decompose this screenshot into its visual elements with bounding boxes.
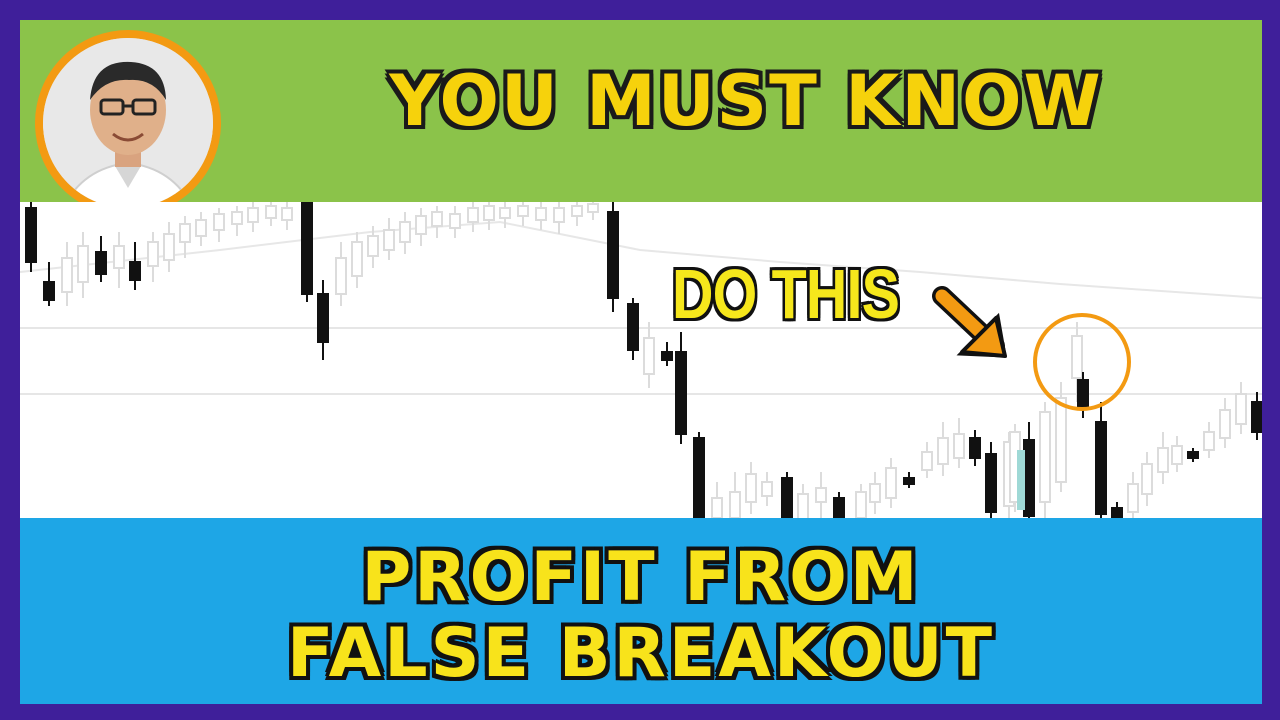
candle-body	[43, 281, 55, 301]
headline-text: YOU MUST KNOW	[389, 60, 1103, 142]
candle-body	[985, 453, 997, 513]
candle-body	[937, 437, 949, 465]
candle-body	[1251, 401, 1262, 433]
candle-body	[693, 437, 705, 518]
subtitle-line-2: FALSE BREAKOUT	[286, 614, 996, 693]
candle-body	[607, 211, 619, 299]
candle-body	[1039, 411, 1051, 503]
candle-body	[61, 257, 73, 293]
annotation-text: DO THIS	[672, 255, 900, 333]
candle-body	[643, 337, 655, 375]
candle-body	[1235, 393, 1247, 425]
candle-body	[903, 477, 915, 485]
candle-body	[1203, 431, 1215, 451]
avatar-illustration	[43, 38, 213, 208]
subtitle-text: PROFIT FROM FALSE BREAKOUT	[20, 540, 1262, 692]
candle-body	[77, 245, 89, 283]
candle-body	[953, 433, 965, 459]
candle-body	[147, 241, 159, 267]
candle-body	[301, 202, 313, 295]
candle-body	[729, 491, 741, 518]
candle-body	[1071, 335, 1083, 379]
candle-body	[163, 233, 175, 261]
footer-band: PROFIT FROM FALSE BREAKOUT	[20, 518, 1262, 704]
candle-body	[675, 351, 687, 435]
candle-body	[213, 213, 225, 231]
candle-body	[571, 205, 583, 217]
candlestick-chart: DO THIS	[20, 202, 1262, 518]
thumbnail-canvas: YOU MUST KNOW DO THIS PROFIT FROM FALSE …	[20, 20, 1262, 704]
candle-body	[431, 211, 443, 227]
candle-body	[661, 351, 673, 361]
candlestick-svg	[20, 202, 1262, 518]
candle-body	[797, 493, 809, 518]
candle-body	[885, 467, 897, 499]
candle-body	[179, 223, 191, 243]
candle-body	[113, 245, 125, 269]
candle-body	[383, 229, 395, 251]
candle-body	[1095, 421, 1107, 515]
candle-body	[1157, 447, 1169, 473]
candle-body	[1017, 450, 1025, 510]
candle-body	[1171, 445, 1183, 465]
candle-body	[231, 211, 243, 225]
presenter-avatar	[35, 30, 221, 216]
candle-body	[1055, 397, 1067, 483]
candle-body	[1127, 483, 1139, 513]
candle-body	[483, 205, 495, 221]
candle-body	[335, 257, 347, 295]
candle-body	[499, 207, 511, 219]
candle-body	[195, 219, 207, 237]
candle-body	[745, 473, 757, 503]
candle-body	[921, 451, 933, 471]
candle-body	[1077, 379, 1089, 407]
candle-body	[1187, 451, 1199, 459]
candle-body	[711, 497, 723, 518]
header-band: YOU MUST KNOW	[20, 20, 1262, 216]
candle-body	[1141, 463, 1153, 495]
candle-body	[265, 205, 277, 219]
subtitle-line-1: PROFIT FROM	[361, 538, 921, 617]
candle-body	[95, 251, 107, 275]
thumbnail-frame: YOU MUST KNOW DO THIS PROFIT FROM FALSE …	[0, 0, 1280, 720]
candle-body	[517, 205, 529, 217]
candle-body	[535, 207, 547, 221]
candle-body	[969, 437, 981, 459]
candle-body	[399, 221, 411, 243]
candle-body	[415, 215, 427, 235]
candle-body	[781, 477, 793, 518]
candle-body	[627, 303, 639, 351]
candle-body	[553, 207, 565, 223]
candle-body	[281, 207, 293, 221]
candle-body	[247, 207, 259, 223]
candle-body	[1023, 439, 1035, 517]
candle-body	[761, 481, 773, 497]
candle-body	[1219, 409, 1231, 439]
candle-body	[587, 203, 599, 213]
candle-body	[449, 213, 461, 229]
candle-body	[869, 483, 881, 503]
candle-body	[833, 497, 845, 518]
candle-body	[467, 207, 479, 223]
arrow-down-right-icon	[932, 286, 1007, 358]
candle-body	[129, 261, 141, 281]
candle-body	[1111, 507, 1123, 518]
candle-body	[351, 241, 363, 277]
candle-body	[855, 491, 867, 518]
candle-body	[317, 293, 329, 343]
candle-body	[367, 235, 379, 257]
candle-body	[25, 207, 37, 263]
candle-body	[815, 487, 827, 503]
